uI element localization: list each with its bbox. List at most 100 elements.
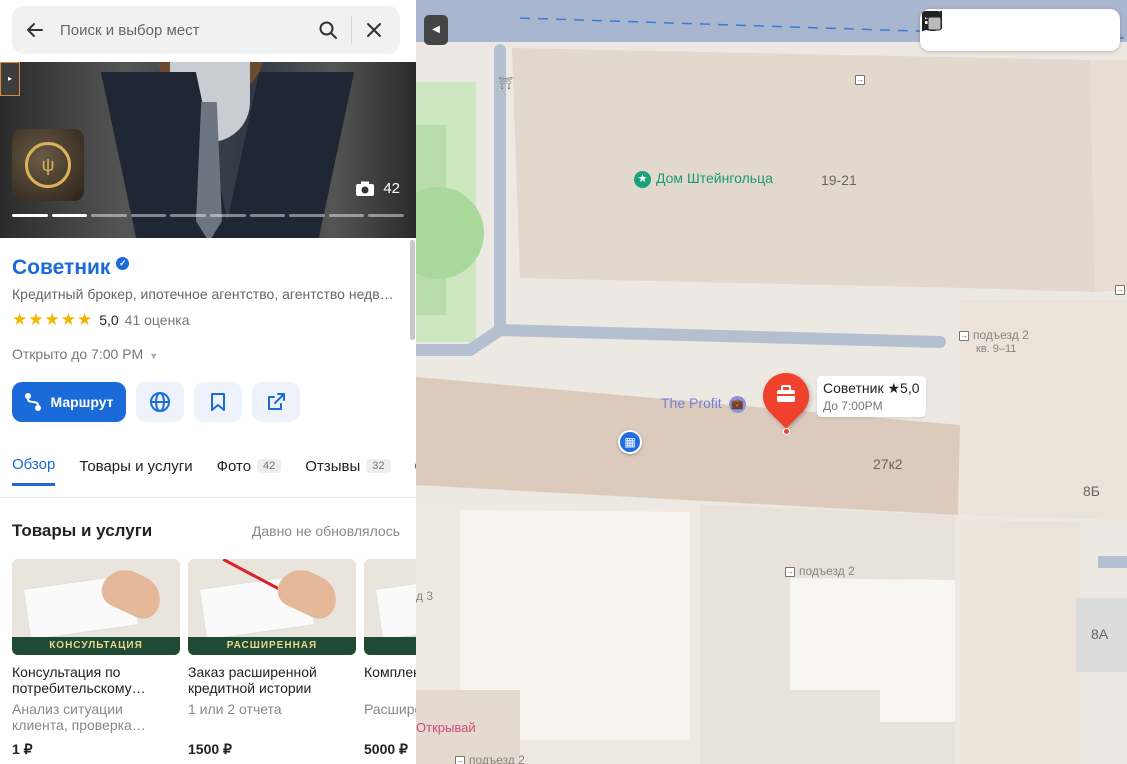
map-style-icon[interactable] <box>922 11 1109 44</box>
product-image: КОНСУЛЬТАЦИЯ <box>12 559 180 655</box>
tab-label: Отзывы <box>305 457 361 475</box>
back-arrow-icon[interactable] <box>12 6 58 54</box>
building-number: 19-21 <box>821 172 857 188</box>
tab-label: Фото <box>216 457 252 475</box>
photo-detail <box>374 573 416 641</box>
product-image: РАСШИРЕННАЯ <box>188 559 356 655</box>
products-section-note: Давно не обновлялось <box>251 523 400 539</box>
poi-open-label[interactable]: Открывай <box>416 720 476 735</box>
pager-dot[interactable] <box>209 214 246 217</box>
divider <box>351 16 352 44</box>
pager-dot[interactable] <box>249 214 286 217</box>
pager-dot[interactable] <box>130 214 167 217</box>
tab-label: О <box>415 458 417 475</box>
collapse-panel-button[interactable]: ◀ <box>424 15 448 45</box>
building-number: 27к2 <box>873 456 903 472</box>
bookmark-icon <box>211 393 225 411</box>
website-button[interactable] <box>136 382 184 422</box>
search-icon[interactable] <box>314 16 342 44</box>
rating-stars: ★★★★★ <box>12 310 94 329</box>
photo-count-value: 42 <box>383 180 400 197</box>
route-button[interactable]: Маршрут <box>12 382 126 422</box>
product-card[interactable]: КОНСУЛЬТАЦИЯ Консультация по потребитель… <box>12 559 180 758</box>
search-bar <box>12 6 400 54</box>
pager-dot[interactable] <box>91 214 127 217</box>
panorama-camera-icon[interactable] <box>922 12 1034 44</box>
hours-text: Открыто до 7:00 PM <box>12 346 144 362</box>
poi-label[interactable]: Дом Штейнгольца <box>656 170 773 186</box>
pager-dot[interactable] <box>289 214 325 217</box>
entrance-label: → подъезд 2 <box>785 564 855 578</box>
pin-info-card[interactable]: Советник ★5,0 До 7:00PM <box>817 376 926 417</box>
place-rating[interactable]: ★★★★★ 5,0 41 оценка <box>12 310 190 330</box>
tab-products[interactable]: Товары и услуги <box>79 456 192 486</box>
apartments-label: кв. 9–11 <box>976 343 1017 355</box>
rating-count: 41 оценка <box>124 312 190 328</box>
tab-label: Товары и услуги <box>79 457 193 475</box>
opening-hours[interactable]: Открыто до 7:00 PM ▼ <box>12 346 158 362</box>
expand-sidebar-icon[interactable]: ▸ <box>0 62 20 96</box>
tab-photos[interactable]: Фото 42 <box>217 456 282 486</box>
product-name: Консультация по потребительскому… <box>12 664 146 696</box>
monument-icon: ⛩ <box>498 76 514 90</box>
poi-star-icon[interactable]: ★ <box>634 171 651 188</box>
logo-mark-icon: ψ <box>25 142 71 188</box>
close-icon[interactable] <box>360 16 388 44</box>
photo-count[interactable]: 42 <box>355 180 400 197</box>
pager-dot[interactable] <box>51 214 88 217</box>
tab-overview[interactable]: Обзор <box>12 456 56 486</box>
product-name: Заказ расширенной кредитной истории <box>188 664 317 696</box>
entrance-label: → подъезд 2 <box>959 328 1029 342</box>
pin-title: Советник ★5,0 <box>823 380 920 396</box>
place-title: Советник ✓ <box>12 256 130 280</box>
tab-reviews[interactable]: Отзывы 32 <box>305 456 391 486</box>
building-pin-icon[interactable]: ▦ <box>618 430 642 454</box>
product-desc: 1 или 2 отчета <box>188 701 282 717</box>
product-ribbon: КОНСУЛЬТАЦИЯ <box>12 637 180 655</box>
pin-subtitle: До 7:00PM <box>823 399 883 413</box>
panel-scrollbar[interactable] <box>410 240 415 340</box>
bookmark-button[interactable] <box>194 382 242 422</box>
action-buttons: Маршрут <box>12 382 300 422</box>
entrance-icon: → <box>855 74 865 85</box>
tab-about[interactable]: О <box>415 456 417 486</box>
tab-badge: 32 <box>366 459 391 473</box>
product-image: К <box>364 559 416 655</box>
divider <box>0 497 416 498</box>
product-card[interactable]: К Комплекс клиента Расширенная история 5… <box>364 559 416 758</box>
company-logo: ψ <box>12 129 84 201</box>
pager-dot[interactable] <box>328 214 365 217</box>
place-panel: ▸ ψ 42 Советник ✓ Кредитный брокер, ипот… <box>0 0 416 764</box>
search-input[interactable] <box>58 20 298 40</box>
pin-point <box>783 428 790 435</box>
product-desc: Анализ ситуации клиента, проверка… <box>12 701 146 733</box>
verified-icon: ✓ <box>116 256 130 270</box>
pager-dot[interactable] <box>12 214 48 217</box>
product-price: 5000 ₽ <box>364 741 408 757</box>
entrance-label: → подъезд 2 <box>455 753 525 764</box>
briefcase-icon <box>775 384 797 404</box>
product-card[interactable]: РАСШИРЕННАЯ Заказ расширенной кредитной … <box>188 559 356 758</box>
entrance-icon: → <box>1115 284 1125 295</box>
pager-dot[interactable] <box>170 214 206 217</box>
building-number: 8А <box>1091 626 1109 642</box>
products-section-title: Товары и услуги <box>12 521 153 540</box>
route-label: Маршрут <box>50 394 114 410</box>
building-number: 8Б <box>1083 483 1100 499</box>
rating-value: 5,0 <box>99 312 119 328</box>
place-tabs: Обзор Товары и услуги Фото 42 Отзывы 32 О <box>12 456 416 486</box>
poi-the-profit-label[interactable]: The Profit <box>661 395 722 411</box>
tab-label: Обзор <box>12 456 56 473</box>
share-button[interactable] <box>252 382 300 422</box>
tab-badge: 42 <box>257 459 282 473</box>
pager-dot[interactable] <box>368 214 404 217</box>
share-icon <box>268 393 285 410</box>
entrance-label-text: подъезд 2 <box>973 328 1029 342</box>
product-price: 1500 ₽ <box>188 741 232 757</box>
globe-icon <box>150 392 170 412</box>
traffic-map-icon[interactable] <box>922 10 996 44</box>
briefcase-icon[interactable]: 💼 <box>729 396 746 413</box>
place-name[interactable]: Советник <box>12 256 110 280</box>
entrance-label: д 3 <box>416 589 434 603</box>
transit-bus-icon[interactable] <box>923 11 1072 44</box>
